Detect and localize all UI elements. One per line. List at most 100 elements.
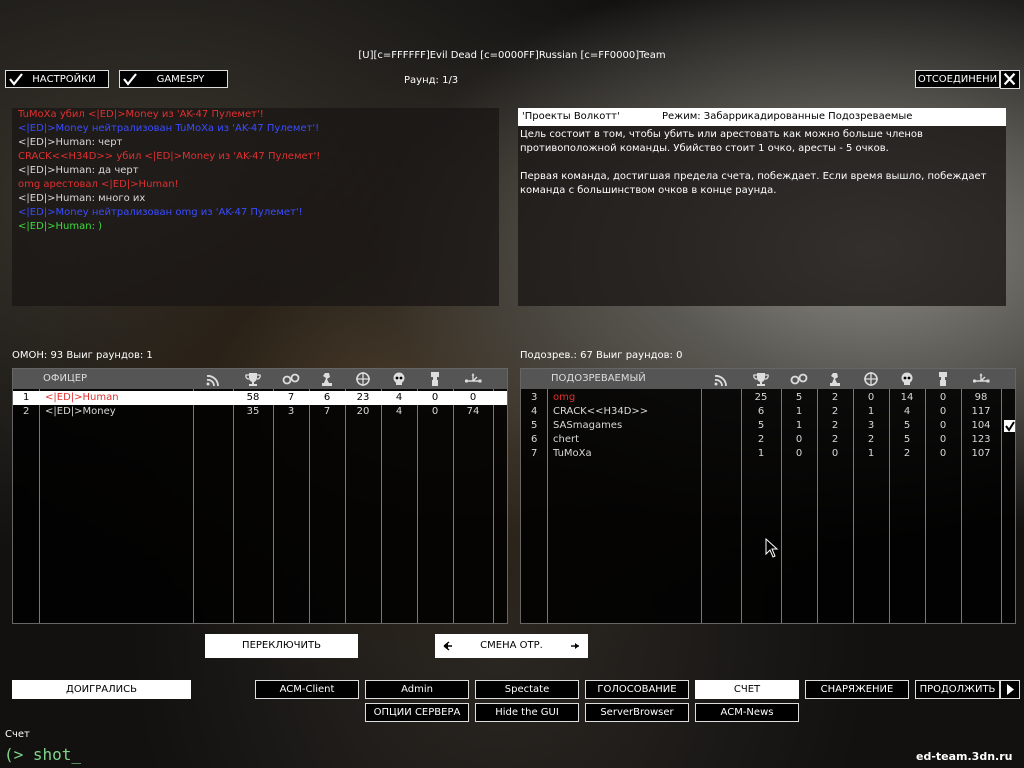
player-checkbox[interactable] xyxy=(1004,420,1015,432)
stat-cell: 1 xyxy=(867,448,875,459)
chat-line: <|ED|>Money нейтрализован omg из 'AK-47 … xyxy=(18,207,303,218)
stat-cell: 7 xyxy=(287,392,295,403)
stat-cell: 2 xyxy=(831,434,839,445)
check-icon xyxy=(9,73,23,86)
stat-cell: 107 xyxy=(971,448,991,459)
arrow-right-icon[interactable] xyxy=(568,639,582,653)
stat-cell: 5 xyxy=(795,392,803,403)
vote-button[interactable]: ГОЛОСОВАНИЕ xyxy=(585,680,689,699)
spectate-button[interactable]: Spectate xyxy=(475,680,579,699)
chess-piece-icon[interactable] xyxy=(318,371,336,387)
stat-cell: 98 xyxy=(974,392,988,403)
signal-icon[interactable] xyxy=(204,371,222,387)
stat-cell: 4 xyxy=(395,392,403,403)
stat-cell: 0 xyxy=(469,392,477,403)
gamespy-label: GAMESPY xyxy=(156,74,205,85)
change-team-label: СМЕНА ОТР. xyxy=(480,640,543,651)
arrow-left-icon[interactable] xyxy=(441,639,455,653)
scoreboard-header: ПОДОЗРЕВАЕМЫЙ xyxy=(521,369,1015,389)
stat-cell: 23 xyxy=(356,392,370,403)
acm-client-button[interactable]: ACM-Client xyxy=(255,680,359,699)
column-divider xyxy=(417,389,418,623)
column-divider xyxy=(381,389,382,623)
usb-icon[interactable] xyxy=(972,371,990,387)
chat-line: <|ED|>Human: черт xyxy=(18,137,123,148)
stat-cell: 0 xyxy=(831,448,839,459)
stat-cell: 2 xyxy=(831,392,839,403)
stat-cell: 1 xyxy=(795,406,803,417)
mode-description: Цель состоит в том, чтобы убить или арес… xyxy=(518,126,1006,200)
finish-button[interactable]: ДОИГРАЛИСЬ xyxy=(12,680,191,699)
chat-line: <|ED|>Human: много их xyxy=(18,193,146,204)
stat-cell: 58 xyxy=(246,392,260,403)
stat-cell: 5 xyxy=(757,420,765,431)
trophy-icon[interactable] xyxy=(244,371,262,387)
column-divider xyxy=(453,389,454,623)
acm-news-button[interactable]: ACM-News xyxy=(695,703,799,722)
handcuffs-icon[interactable] xyxy=(790,371,808,387)
medal-icon[interactable] xyxy=(426,371,444,387)
check-icon xyxy=(1005,421,1015,432)
settings-button[interactable]: НАСТРОЙКИ xyxy=(5,70,109,88)
player-name: CRACK<<H34D>> xyxy=(553,406,649,417)
stat-cell: 74 xyxy=(466,406,480,417)
equipment-button[interactable]: СНАРЯЖЕНИЕ xyxy=(805,680,909,699)
trophy-icon[interactable] xyxy=(752,371,770,387)
column-divider xyxy=(233,389,234,623)
medal-icon[interactable] xyxy=(934,371,952,387)
chess-piece-icon[interactable] xyxy=(826,371,844,387)
stat-cell: 2 xyxy=(903,448,911,459)
round-counter: Раунд: 1/3 xyxy=(404,75,459,86)
stat-cell: 2 xyxy=(831,420,839,431)
close-icon xyxy=(1003,72,1016,86)
mode-description-line: Первая команда, достигшая предела счета,… xyxy=(520,171,987,182)
column-divider xyxy=(193,389,194,623)
crosshair-icon[interactable] xyxy=(862,371,880,387)
player-name: SASmagames xyxy=(553,420,623,431)
mode-description-line xyxy=(520,156,1004,170)
watermark: ed-team.3dn.ru xyxy=(916,750,1013,763)
suspect-scoreboard: ПОДОЗРЕВАЕМЫЙ 3 omg 25 5 2 0 14 0 98 4 CRACK<<H34D>… xyxy=(520,368,1016,624)
disconnect-button[interactable]: ОТСОЕДИНЕНИ xyxy=(915,70,1000,88)
status-label: Счет xyxy=(5,729,30,740)
stat-cell: 5 xyxy=(903,434,911,445)
change-team-control[interactable]: СМЕНА ОТР. xyxy=(435,634,588,658)
stat-cell: 0 xyxy=(939,406,947,417)
continue-button[interactable]: ПРОДОЛЖИТЬ xyxy=(915,680,1000,699)
stat-cell: 104 xyxy=(971,420,991,431)
mode-panel: 'Проекты Волкотт' Режим: Забаррикадирова… xyxy=(518,108,1006,306)
crosshair-icon[interactable] xyxy=(354,371,372,387)
stat-cell: 1 xyxy=(757,448,765,459)
stat-cell: 0 xyxy=(939,392,947,403)
stat-cell: 0 xyxy=(431,392,439,403)
chat-line: CRACK<<H34D>> убил <|ED|>Money из 'AK-47… xyxy=(18,151,321,162)
continue-arrow-button[interactable] xyxy=(1000,680,1020,699)
player-name: omg xyxy=(553,392,576,403)
stat-cell: 35 xyxy=(246,406,260,417)
stat-cell: 25 xyxy=(754,392,768,403)
server-options-button[interactable]: ОПЦИИ СЕРВЕРА xyxy=(365,703,469,722)
row-number: 5 xyxy=(531,420,538,431)
server-browser-button[interactable]: ServerBrowser xyxy=(585,703,689,722)
console-input[interactable]: (> shot_ xyxy=(4,745,81,764)
column-divider xyxy=(39,389,40,623)
skull-icon[interactable] xyxy=(390,371,408,387)
gamespy-button[interactable]: GAMESPY xyxy=(119,70,228,88)
admin-button[interactable]: Admin xyxy=(365,680,469,699)
scoreboard-column-title[interactable]: ОФИЦЕР xyxy=(43,369,87,389)
score-button[interactable]: СЧЕТ xyxy=(695,680,799,699)
row-number: 2 xyxy=(23,406,30,417)
signal-icon[interactable] xyxy=(712,371,730,387)
player-name: chert xyxy=(553,434,580,445)
close-button[interactable] xyxy=(1000,70,1020,89)
chat-log: TuMoXa убил <|ED|>Money из 'AK-47 Пулеме… xyxy=(12,108,499,234)
hide-gui-button[interactable]: Hide the GUI xyxy=(475,703,579,722)
player-name: TuMoXa xyxy=(553,448,592,459)
switch-button[interactable]: ПЕРЕКЛЮЧИТЬ xyxy=(205,634,358,658)
chat-line: <|ED|>Human: ) xyxy=(18,221,103,232)
scoreboard-column-title[interactable]: ПОДОЗРЕВАЕМЫЙ xyxy=(551,369,646,389)
usb-icon[interactable] xyxy=(464,371,482,387)
skull-icon[interactable] xyxy=(898,371,916,387)
handcuffs-icon[interactable] xyxy=(282,371,300,387)
stat-cell: 3 xyxy=(867,420,875,431)
